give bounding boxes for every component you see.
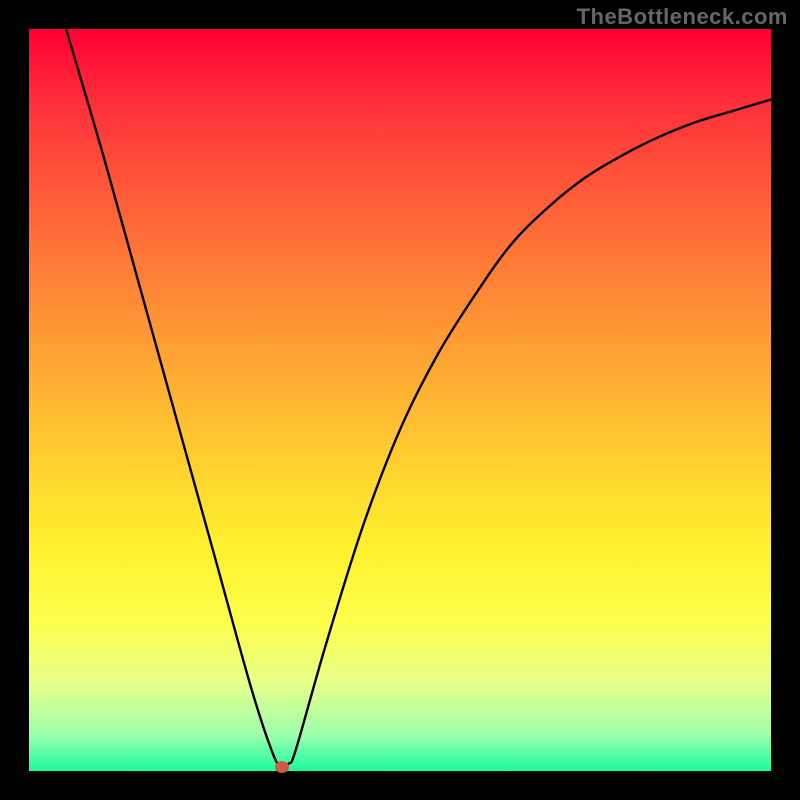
plot-area <box>29 29 771 771</box>
chart-root: TheBottleneck.com <box>0 0 800 800</box>
bottleneck-curve <box>29 29 771 771</box>
watermark-text: TheBottleneck.com <box>577 4 788 30</box>
optimal-marker <box>275 761 289 773</box>
